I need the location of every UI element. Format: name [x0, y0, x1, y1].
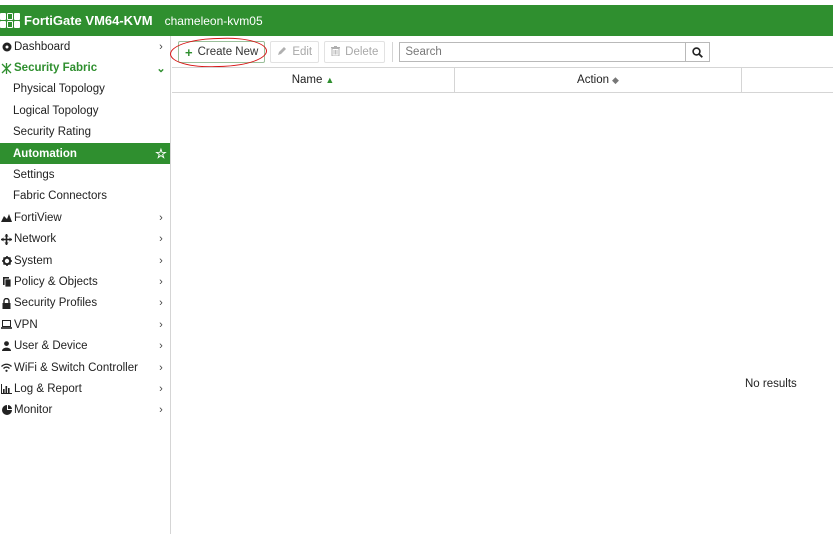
search-input[interactable] [399, 42, 687, 62]
sidebar-item-dashboard[interactable]: Dashboard › [0, 36, 170, 57]
sidebar-item-label: Security Rating [13, 126, 91, 139]
pencil-icon [277, 46, 287, 59]
sidebar-item-label: Network [14, 233, 57, 246]
sidebar-item-physical-topology[interactable]: Physical Topology [0, 79, 170, 100]
sidebar-item-label: Physical Topology [13, 83, 105, 96]
sidebar-item-fortiview[interactable]: FortiView › [0, 207, 170, 228]
sidebar-item-label: User & Device [14, 340, 88, 353]
chevron-down-icon: ⌄ [156, 62, 166, 75]
lock-icon [0, 297, 13, 309]
sidebar-item-label: WiFi & Switch Controller [14, 361, 138, 374]
trash-icon [331, 45, 341, 59]
sidebar-item-label: VPN [14, 318, 38, 331]
sidebar-item-wifi-switch[interactable]: WiFi & Switch Controller › [0, 357, 170, 378]
delete-label: Delete [345, 46, 379, 58]
chevron-right-icon: › [159, 254, 163, 267]
sidebar-item-label: Policy & Objects [14, 275, 98, 288]
toolbar: + Create New Edit Delete [172, 40, 711, 64]
sidebar-item-security-rating[interactable]: Security Rating [0, 122, 170, 143]
wifi-icon [0, 363, 13, 372]
toolbar-divider [392, 42, 394, 62]
delete-button[interactable]: Delete [324, 41, 386, 63]
sidebar-item-label: Security Fabric [14, 62, 98, 75]
chevron-right-icon: › [159, 404, 163, 417]
sidebar-item-label: Security Profiles [14, 297, 98, 310]
column-header-action[interactable]: Action ◆ [455, 68, 742, 92]
chevron-right-icon: › [159, 318, 163, 331]
column-header-name[interactable]: Name ▲ [172, 68, 455, 92]
sidebar-item-label: System [14, 254, 53, 267]
sidebar-item-security-profiles[interactable]: Security Profiles › [0, 293, 170, 314]
security-fabric-icon [0, 62, 13, 74]
column-label: Name [291, 74, 323, 86]
sidebar-item-label: Logical Topology [13, 104, 99, 117]
user-icon [0, 341, 13, 352]
create-new-label: Create New [197, 46, 259, 58]
sidebar-item-label: FortiView [14, 211, 62, 224]
policy-icon [0, 276, 13, 287]
gear-icon [0, 255, 13, 266]
star-icon[interactable]: ☆ [152, 146, 170, 162]
top-bar: FortiGate VM64-KVM chameleon-kvm05 [0, 5, 833, 36]
sidebar-item-label: Log & Report [14, 382, 82, 395]
plus-icon: + [185, 44, 193, 60]
bar-chart-icon [0, 383, 13, 394]
sidebar-item-label: Monitor [14, 404, 53, 417]
edit-button[interactable]: Edit [270, 41, 320, 63]
app-title: FortiGate VM64-KVM [24, 13, 153, 28]
sidebar-item-label: Fabric Connectors [13, 190, 107, 203]
sidebar-item-vpn[interactable]: VPN › [0, 314, 170, 335]
sidebar-item-label: Settings [13, 169, 55, 182]
fortinet-logo-icon [0, 12, 20, 29]
pie-chart-icon [0, 405, 13, 416]
table-header: Name ▲ Action ◆ [172, 67, 833, 93]
dashboard-icon [0, 42, 13, 52]
fortiview-icon [0, 213, 13, 223]
sidebar: Dashboard › Security Fabric ⌄ Physical T… [0, 36, 171, 534]
create-new-button[interactable]: + Create New [178, 41, 266, 63]
sort-icon: ▲ [325, 75, 335, 85]
chevron-right-icon: › [159, 340, 163, 353]
chevron-right-icon: › [159, 275, 163, 288]
sidebar-item-system[interactable]: System › [0, 250, 170, 271]
sidebar-item-label: Dashboard [14, 40, 71, 53]
chevron-right-icon: › [159, 297, 163, 310]
chevron-right-icon: › [159, 382, 163, 395]
hostname: chameleon-kvm05 [164, 13, 263, 28]
column-label: Action [577, 74, 610, 86]
sort-icon: ◆ [612, 74, 619, 85]
laptop-icon [0, 320, 13, 330]
sidebar-item-logical-topology[interactable]: Logical Topology [0, 100, 170, 121]
sidebar-item-network[interactable]: Network › [0, 229, 170, 250]
sidebar-item-user-device[interactable]: User & Device › [0, 335, 170, 356]
edit-label: Edit [292, 46, 313, 58]
sidebar-item-automation[interactable]: Automation ☆ [0, 142, 170, 165]
search-box [399, 42, 711, 62]
sidebar-item-label: Automation [13, 147, 77, 160]
chevron-right-icon: › [159, 211, 163, 224]
column-header-empty [742, 68, 833, 92]
sidebar-item-log-report[interactable]: Log & Report › [0, 378, 170, 399]
empty-state-text: No results [745, 378, 797, 390]
chevron-right-icon: › [159, 361, 163, 374]
network-icon [0, 233, 13, 245]
sidebar-item-settings[interactable]: Settings [0, 164, 170, 185]
sidebar-item-security-fabric[interactable]: Security Fabric ⌄ [0, 57, 170, 78]
sidebar-item-fabric-connectors[interactable]: Fabric Connectors [0, 186, 170, 207]
sidebar-item-policy-objects[interactable]: Policy & Objects › [0, 271, 170, 292]
sidebar-item-monitor[interactable]: Monitor › [0, 400, 170, 421]
chevron-right-icon: › [159, 233, 163, 246]
search-icon[interactable] [686, 42, 711, 62]
chevron-right-icon: › [159, 40, 163, 53]
